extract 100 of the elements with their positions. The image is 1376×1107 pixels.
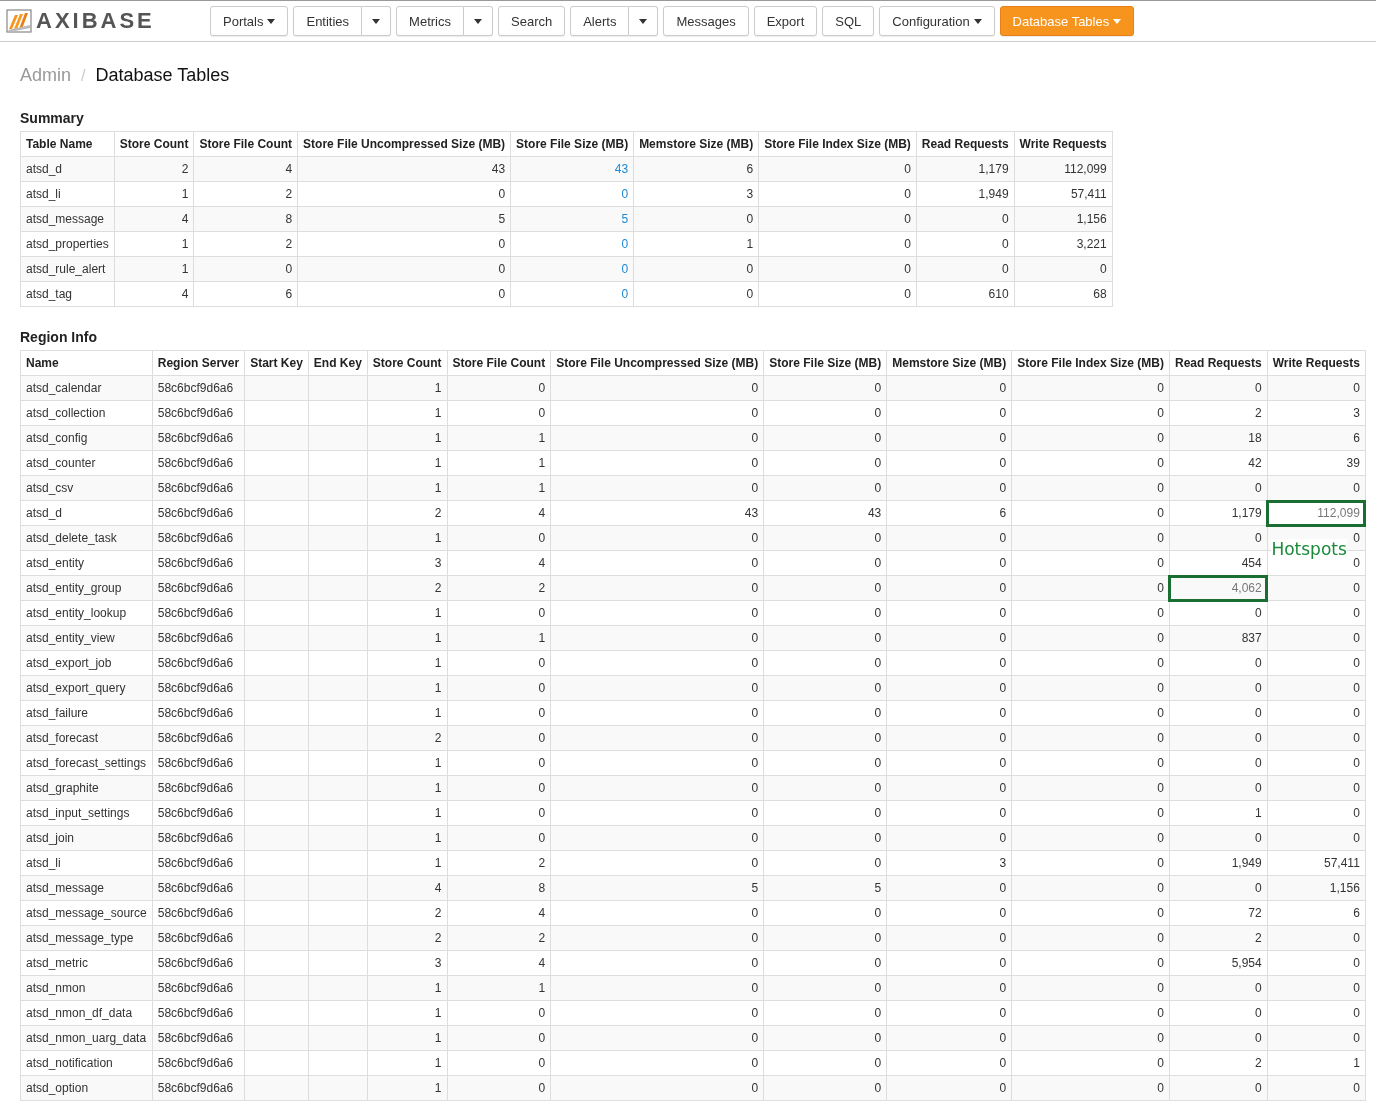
- table-cell: atsd_counter: [20, 450, 153, 476]
- table-cell: 0: [763, 1050, 887, 1076]
- table-cell: 58c6bcf9d6a6: [152, 925, 245, 951]
- table-cell: 0: [550, 1000, 764, 1026]
- column-header: Store Count: [367, 350, 447, 376]
- table-link[interactable]: 0: [621, 287, 629, 301]
- nav-button[interactable]: Metrics: [396, 6, 464, 36]
- table-cell: 0: [758, 206, 917, 232]
- dropdown-toggle-button[interactable]: [464, 6, 493, 36]
- table-cell: 0: [633, 206, 759, 232]
- table-cell: 58c6bcf9d6a6: [152, 450, 245, 476]
- table-cell: 0: [550, 900, 764, 926]
- table-cell: 0: [1011, 825, 1170, 851]
- table-cell: 0: [447, 400, 551, 426]
- table-cell: 0: [763, 575, 887, 601]
- nav-button[interactable]: Alerts: [570, 6, 630, 36]
- table-cell: 4: [447, 550, 551, 576]
- dropdown-toggle-button[interactable]: [629, 6, 659, 36]
- table-cell: atsd_option: [20, 1075, 153, 1101]
- table-cell: 1: [633, 231, 759, 257]
- table-cell: 1: [367, 400, 447, 426]
- table-cell: 0: [1169, 1000, 1268, 1026]
- table-cell: 0: [1267, 925, 1366, 951]
- table-cell: atsd_forecast_settings: [20, 750, 153, 776]
- column-header: Read Requests: [916, 131, 1015, 157]
- nav-button[interactable]: Export: [753, 6, 818, 36]
- table-cell: 1: [367, 475, 447, 501]
- table-cell: 0: [1169, 725, 1268, 751]
- table-cell: 57,411: [1014, 181, 1113, 207]
- table-cell: 6: [886, 500, 1012, 526]
- table-cell: 0: [1011, 600, 1170, 626]
- table-cell: 4: [193, 156, 298, 182]
- table-cell: 1: [367, 1000, 447, 1026]
- table-cell: 2: [367, 575, 447, 601]
- table-link[interactable]: 0: [621, 262, 629, 276]
- table-cell: 0: [1011, 925, 1170, 951]
- table-cell: 0: [763, 900, 887, 926]
- table-cell: 0: [886, 625, 1012, 651]
- table-cell: 0: [886, 675, 1012, 701]
- table-cell: 0: [447, 1025, 551, 1051]
- table-link[interactable]: 0: [621, 237, 629, 251]
- table-cell: 3: [633, 181, 759, 207]
- table-cell: 8: [447, 875, 551, 901]
- table-cell: 0: [916, 206, 1015, 232]
- nav-dropdown-button[interactable]: Configuration: [879, 6, 995, 36]
- table-cell: 0: [1169, 775, 1268, 801]
- table-cell: 0: [758, 181, 917, 207]
- table-cell: 58c6bcf9d6a6: [152, 525, 245, 551]
- table-link[interactable]: 43: [614, 162, 629, 176]
- table-cell: 0: [550, 750, 764, 776]
- column-header: Region Server: [152, 350, 245, 376]
- nav-button[interactable]: Entities: [293, 6, 363, 36]
- nav-button[interactable]: SQL: [822, 6, 875, 36]
- table-cell: 58c6bcf9d6a6: [152, 400, 245, 426]
- table-link[interactable]: 0: [621, 187, 629, 201]
- table-cell: 0: [1169, 650, 1268, 676]
- dropdown-toggle-button[interactable]: [362, 6, 392, 36]
- table-cell: 0: [763, 625, 887, 651]
- table-cell: 0: [550, 600, 764, 626]
- nav-button[interactable]: Search: [498, 6, 566, 36]
- table-cell: 58c6bcf9d6a6: [152, 575, 245, 601]
- table-cell: atsd_forecast: [20, 725, 153, 751]
- logo-icon: [6, 9, 32, 33]
- table-cell: 0: [1169, 975, 1268, 1001]
- table-link[interactable]: 5: [621, 212, 629, 226]
- table-cell: 2: [193, 231, 298, 257]
- table-cell: 1: [367, 1075, 447, 1101]
- table-cell: 0: [1169, 525, 1268, 551]
- nav-button[interactable]: Messages: [663, 6, 749, 36]
- table-cell: 2: [1169, 1050, 1268, 1076]
- highlighted-cell: 4,062: [1169, 575, 1268, 601]
- table-cell: 0: [763, 825, 887, 851]
- table-cell: 0: [550, 775, 764, 801]
- table-cell: 0: [550, 850, 764, 876]
- table-cell: 0: [1014, 256, 1113, 282]
- table-cell: 0: [886, 950, 1012, 976]
- table-cell: 0: [447, 1050, 551, 1076]
- table-cell: 1: [367, 700, 447, 726]
- table-cell: 610: [916, 281, 1015, 307]
- table-cell: 0: [1011, 650, 1170, 676]
- table-cell: 0: [1011, 800, 1170, 826]
- table-cell: 837: [1169, 625, 1268, 651]
- table-cell: 5: [297, 206, 511, 232]
- table-cell: 0: [633, 281, 759, 307]
- column-header: Store File Index Size (MB): [758, 131, 917, 157]
- table-cell: 0: [550, 400, 764, 426]
- table-cell: 1: [114, 256, 194, 282]
- table-cell: 0: [550, 375, 764, 401]
- table-cell: 0: [916, 256, 1015, 282]
- table-cell: 58c6bcf9d6a6: [152, 825, 245, 851]
- table-cell: 0: [550, 825, 764, 851]
- table-cell: 0: [1011, 1025, 1170, 1051]
- nav-dropdown-button[interactable]: Portals: [210, 6, 289, 36]
- column-header: Write Requests: [1267, 350, 1366, 376]
- caret-icon: [973, 18, 982, 24]
- table-cell: 0: [886, 925, 1012, 951]
- table-cell: 3: [886, 850, 1012, 876]
- table-cell: 0: [193, 256, 298, 282]
- table-cell: 0: [886, 775, 1012, 801]
- table-cell: 39: [1267, 450, 1366, 476]
